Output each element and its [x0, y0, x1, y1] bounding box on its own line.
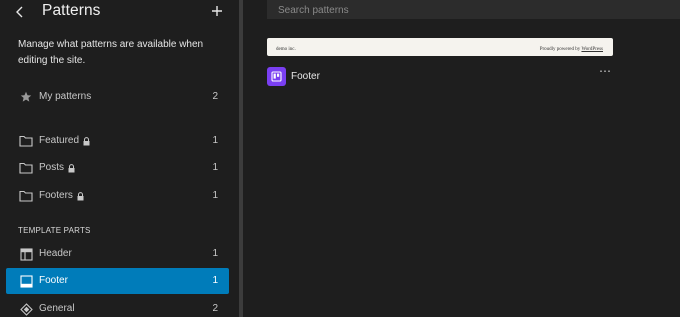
folder-icon	[18, 133, 34, 149]
sidebar-item-label: Featured	[39, 135, 80, 146]
sidebar-item-count: 1	[212, 275, 218, 286]
sidebar-item-count: 2	[212, 91, 218, 102]
search-input[interactable]	[267, 1, 680, 20]
sidebar-item-count: 2	[212, 303, 218, 314]
chevron-left-icon	[16, 6, 23, 18]
sidebar-item-header[interactable]: Header 1	[6, 241, 229, 267]
footer-layout-icon	[18, 273, 34, 289]
add-pattern-button[interactable]	[209, 3, 225, 19]
sidebar-item-label: General	[39, 303, 75, 314]
ellipsis-icon: ⋯	[599, 64, 611, 78]
back-button[interactable]	[12, 4, 28, 20]
template-part-icon	[267, 67, 286, 86]
pattern-title[interactable]: Footer	[291, 67, 320, 87]
sidebar-item-posts[interactable]: Posts 1	[6, 155, 229, 181]
sidebar-item-count: 1	[212, 162, 218, 173]
preview-credit-link: WordPress	[581, 47, 603, 52]
pattern-card: Footer ⋯	[267, 64, 613, 87]
lock-icon	[68, 163, 75, 172]
plus-icon	[212, 6, 222, 16]
sidebar-item-my-patterns[interactable]: My patterns 2	[6, 84, 229, 110]
sidebar-item-label: Posts	[39, 162, 65, 173]
preview-credit-prefix: Proudly powered by	[539, 47, 581, 52]
sidebar-item-general[interactable]: General 2	[6, 296, 229, 317]
lock-icon	[77, 191, 84, 200]
star-icon	[18, 89, 34, 105]
lock-icon	[83, 136, 90, 145]
sidebar-item-featured[interactable]: Featured 1	[6, 128, 229, 154]
search-box	[267, 0, 680, 20]
sidebar-item-count: 1	[212, 248, 218, 259]
sidebar-item-footers[interactable]: Footers 1	[6, 183, 229, 209]
page-title: Patterns	[42, 2, 101, 19]
preview-site-name: demo inc.	[276, 47, 296, 52]
sidebar-item-count: 1	[212, 190, 218, 201]
preview-credit: Proudly powered by WordPress	[540, 47, 603, 52]
folder-icon	[18, 188, 34, 204]
symbol-icon	[18, 301, 34, 317]
sidebar-header: Patterns	[0, 0, 239, 26]
sidebar-item-label: Footer	[39, 275, 68, 286]
folder-icon	[18, 160, 34, 176]
pattern-preview[interactable]: demo inc. Proudly powered by WordPress	[267, 38, 613, 56]
patterns-content: demo inc. Proudly powered by WordPress F…	[243, 0, 680, 317]
sidebar-item-count: 1	[212, 135, 218, 146]
sidebar-item-label: Footers	[39, 190, 73, 201]
sidebar-item-footer[interactable]: Footer 1	[6, 268, 229, 294]
sidebar: Patterns Manage what patterns are availa…	[0, 0, 239, 317]
sidebar-item-label: My patterns	[39, 91, 92, 102]
sidebar-description: Manage what patterns are available when …	[18, 39, 204, 66]
header-layout-icon	[18, 246, 34, 262]
sidebar-item-label: Header	[39, 248, 72, 259]
more-options-button[interactable]: ⋯	[597, 64, 613, 81]
section-heading-template-parts: TEMPLATE PARTS	[18, 226, 91, 235]
